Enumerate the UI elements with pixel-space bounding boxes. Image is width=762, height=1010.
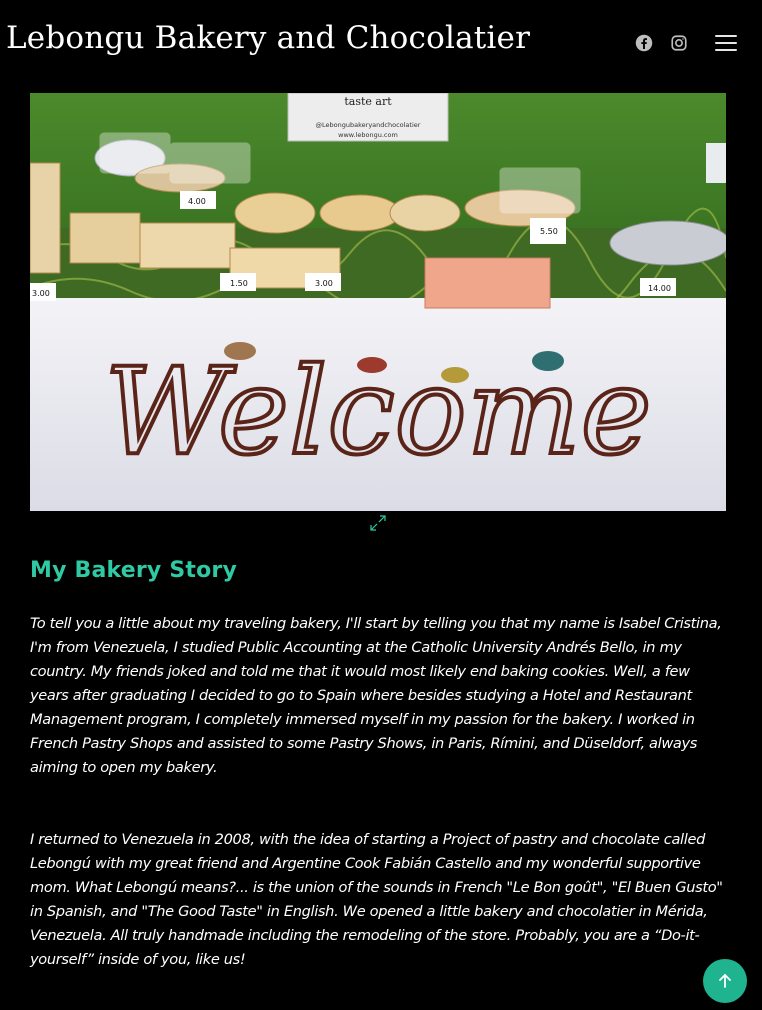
- price-tag: 14.00: [648, 284, 671, 293]
- story-title: My Bakery Story: [30, 558, 237, 583]
- facebook-icon[interactable]: [632, 31, 656, 55]
- price-tag: 3.00: [315, 279, 333, 288]
- back-to-top-button[interactable]: [703, 959, 747, 1003]
- arrow-up-icon: [719, 974, 731, 988]
- site-brand-link[interactable]: Lebongu Bakery and Chocolatier: [6, 20, 530, 56]
- price-tag: 3.00: [32, 289, 50, 298]
- sign-line: @Lebongubakeryandchocolatier: [316, 121, 421, 129]
- expand-image-icon[interactable]: [369, 514, 387, 532]
- sign-line: www.lebongu.com: [338, 131, 398, 139]
- price-tag: 4.00: [188, 197, 206, 206]
- story-paragraph: To tell you a little about my traveling …: [30, 615, 722, 776]
- sign-line: taste art: [344, 95, 392, 108]
- menu-icon[interactable]: [713, 31, 739, 55]
- welcome-sign: Welcome: [104, 343, 651, 482]
- story-paragraph: I returned to Venezuela in 2008, with th…: [30, 831, 723, 968]
- instagram-icon[interactable]: [667, 31, 691, 55]
- hero-photo: taste art @Lebongubakeryandchocolatier w…: [30, 93, 726, 511]
- price-tag: 5.50: [540, 227, 558, 236]
- site-header: Lebongu Bakery and Chocolatier: [0, 0, 762, 93]
- price-tag: 1.50: [230, 279, 248, 288]
